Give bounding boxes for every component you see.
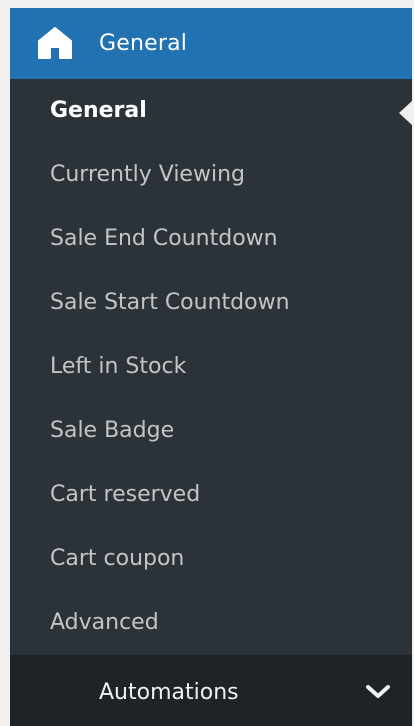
submenu-item-label: Currently Viewing: [50, 162, 245, 187]
submenu-item-label: Cart coupon: [50, 546, 185, 571]
submenu-item-sale-end-countdown[interactable]: Sale End Countdown: [10, 207, 412, 271]
submenu-item-general[interactable]: General: [10, 79, 412, 143]
menu-item-automations-label: Automations: [99, 680, 239, 705]
admin-sidebar-menu: General General Currently Viewing Sale E…: [10, 8, 412, 726]
menu-item-automations[interactable]: Automations: [10, 655, 412, 726]
admin-screen: General General Currently Viewing Sale E…: [0, 0, 414, 726]
submenu-item-cart-coupon[interactable]: Cart coupon: [10, 527, 412, 591]
submenu-item-label: Sale Start Countdown: [50, 290, 290, 315]
menu-header-general[interactable]: General: [10, 8, 412, 79]
submenu-item-label: Cart reserved: [50, 482, 201, 507]
submenu-item-sale-start-countdown[interactable]: Sale Start Countdown: [10, 271, 412, 335]
chevron-down-icon: [366, 685, 390, 698]
menu-header-title: General: [99, 31, 188, 56]
submenu-item-label: Advanced: [50, 610, 159, 635]
submenu-item-label: General: [50, 98, 147, 123]
current-page-indicator: [399, 101, 412, 125]
submenu-list: General Currently Viewing Sale End Count…: [10, 79, 412, 655]
home-icon: [38, 27, 72, 59]
submenu-item-currently-viewing[interactable]: Currently Viewing: [10, 143, 412, 207]
submenu-item-label: Left in Stock: [50, 354, 187, 379]
submenu-item-advanced[interactable]: Advanced: [10, 591, 412, 655]
submenu-item-label: Sale Badge: [50, 418, 175, 443]
submenu-item-label: Sale End Countdown: [50, 226, 278, 251]
submenu-item-cart-reserved[interactable]: Cart reserved: [10, 463, 412, 527]
submenu-item-sale-badge[interactable]: Sale Badge: [10, 399, 412, 463]
submenu-item-left-in-stock[interactable]: Left in Stock: [10, 335, 412, 399]
